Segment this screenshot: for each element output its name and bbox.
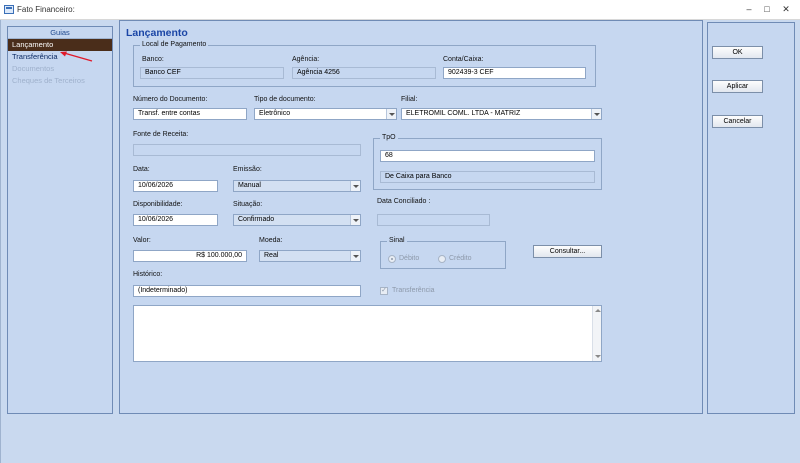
filial-label: Filial: — [401, 96, 418, 103]
maximize-button[interactable]: □ — [760, 3, 774, 15]
situacao-label: Situação: — [233, 201, 263, 208]
form-title: Lançamento — [126, 27, 188, 39]
guias-header: Guias — [8, 27, 112, 39]
memo-scrollbar[interactable] — [592, 306, 601, 361]
transferencia-label: Transferência — [392, 287, 435, 294]
observacao-memo[interactable] — [133, 305, 602, 362]
guia-cheques-terceiros: Cheques de Terceiros — [12, 76, 85, 85]
banco-label: Banco: — [142, 56, 164, 63]
debito-label: Débito — [399, 255, 420, 262]
historico-label: Histórico: — [133, 271, 163, 278]
credito-label: Crédito — [449, 255, 472, 262]
tipo-documento-select[interactable]: Eletrônico — [254, 108, 397, 120]
data-label: Data: — [133, 166, 150, 173]
cancelar-button[interactable]: Cancelar — [712, 115, 763, 128]
conta-caixa-label: Conta/Caixa: — [443, 56, 484, 63]
ok-button[interactable]: OK — [712, 46, 763, 59]
title-bar: Fato Financeiro: – □ ✕ — [0, 0, 800, 20]
tipo-documento-label: Tipo de documento: — [254, 96, 316, 103]
fonte-receita-field — [133, 144, 361, 156]
tpo-description-field: De Caixa para Banco — [380, 171, 595, 183]
consultar-button[interactable]: Consultar... — [533, 245, 602, 258]
disponibilidade-field[interactable]: 10/06/2026 — [133, 214, 218, 226]
tpo-code-field[interactable]: 68 — [380, 150, 595, 162]
close-button[interactable]: ✕ — [779, 3, 793, 15]
data-conciliado-field — [377, 214, 490, 226]
agencia-field: Agência 4256 — [292, 67, 436, 79]
aplicar-button[interactable]: Aplicar — [712, 80, 763, 93]
emissao-label: Emissão: — [233, 166, 262, 173]
chevron-down-icon[interactable] — [350, 215, 360, 225]
agencia-label: Agência: — [292, 56, 320, 63]
local-pagamento-title: Local de Pagamento — [140, 41, 209, 48]
debito-radio — [388, 255, 396, 263]
moeda-label: Moeda: — [259, 237, 283, 244]
sinal-title: Sinal — [387, 237, 407, 244]
tipo-documento-value: Eletrônico — [259, 110, 291, 117]
guias-panel: Guias Lançamento Transferência Documento… — [7, 26, 113, 414]
minimize-button[interactable]: – — [742, 3, 756, 15]
chevron-down-icon[interactable] — [591, 109, 601, 119]
red-arrow-icon — [60, 51, 93, 62]
local-pagamento-group: Local de Pagamento — [133, 41, 596, 87]
data-conciliado-label: Data Conciliado : — [377, 198, 431, 205]
numero-documento-label: Número do Documento: — [133, 96, 208, 103]
fonte-receita-label: Fonte de Receita: — [133, 131, 189, 138]
banco-field: Banco CEF — [140, 67, 284, 79]
valor-field[interactable]: R$ 100.000,00 — [133, 250, 247, 262]
situacao-value: Confirmado — [238, 216, 275, 223]
filial-select[interactable]: ELETROMIL COML. LTDA - MATRIZ — [401, 108, 602, 120]
emissao-value: Manual — [238, 182, 261, 189]
situacao-select[interactable]: Confirmado — [233, 214, 361, 226]
conta-caixa-field[interactable]: 902439-3 CEF — [443, 67, 586, 79]
chevron-down-icon[interactable] — [386, 109, 396, 119]
chevron-down-icon[interactable] — [350, 181, 360, 191]
transferencia-checkbox: ✓ — [380, 287, 388, 295]
disponibilidade-label: Disponibilidade: — [133, 201, 183, 208]
window-title: Fato Financeiro: — [17, 5, 75, 14]
valor-label: Valor: — [133, 237, 151, 244]
scroll-down-icon[interactable] — [595, 355, 601, 358]
scroll-up-icon[interactable] — [595, 309, 601, 312]
numero-documento-field[interactable]: Transf. entre contas — [133, 108, 247, 120]
historico-field[interactable]: (Indeterminado) — [133, 285, 361, 297]
guia-documentos: Documentos — [12, 64, 55, 73]
emissao-select[interactable]: Manual — [233, 180, 361, 192]
moeda-select[interactable]: Real — [259, 250, 361, 262]
filial-value: ELETROMIL COML. LTDA - MATRIZ — [406, 110, 521, 117]
tpo-title: TpO — [380, 134, 398, 141]
chevron-down-icon[interactable] — [350, 251, 360, 261]
window-icon — [4, 5, 14, 14]
credito-radio — [438, 255, 446, 263]
data-field[interactable]: 10/06/2026 — [133, 180, 218, 192]
moeda-value: Real — [264, 252, 279, 259]
